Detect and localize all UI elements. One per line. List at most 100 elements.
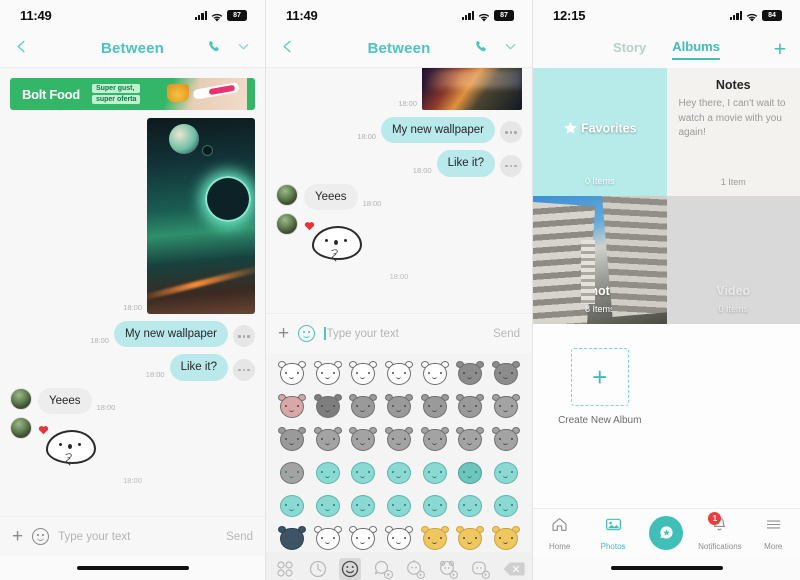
avatar[interactable] bbox=[10, 416, 32, 439]
message-bubble[interactable]: Like it? bbox=[169, 354, 228, 381]
sticker-item[interactable] bbox=[492, 361, 521, 387]
album-tile-photo[interactable]: Photo 8 Items bbox=[533, 196, 667, 324]
tab-more[interactable]: More bbox=[748, 515, 798, 551]
create-new-album-button[interactable]: + Create New Album bbox=[533, 324, 667, 450]
message-input[interactable]: Type your text bbox=[324, 327, 484, 340]
plus-icon[interactable]: + bbox=[570, 348, 629, 406]
cat-sticker-icon[interactable] bbox=[469, 558, 491, 580]
sticker-item[interactable] bbox=[456, 526, 485, 552]
sticker-item[interactable] bbox=[492, 460, 520, 486]
sticker-item[interactable] bbox=[314, 460, 342, 486]
plus-icon[interactable]: + bbox=[12, 527, 23, 546]
message-row-text[interactable]: 18:00 Like it? bbox=[276, 150, 522, 177]
kissing-blob-sticker[interactable]: っく bbox=[304, 218, 366, 264]
backspace-icon[interactable] bbox=[502, 558, 525, 580]
sticker-item[interactable] bbox=[492, 427, 521, 453]
sticker-item[interactable] bbox=[384, 526, 413, 552]
sticker-item[interactable] bbox=[421, 460, 449, 486]
sticker-item[interactable] bbox=[313, 427, 342, 453]
sticker-item[interactable] bbox=[349, 493, 377, 519]
tab-between-home[interactable] bbox=[641, 515, 691, 550]
sticker-item[interactable] bbox=[384, 361, 413, 387]
back-chevron-icon[interactable] bbox=[14, 39, 30, 59]
tab-home[interactable]: Home bbox=[535, 515, 585, 551]
sticker-item[interactable] bbox=[349, 394, 378, 420]
animal-sticker-icon[interactable] bbox=[404, 558, 426, 580]
sticker-item[interactable] bbox=[420, 526, 449, 552]
message-input-bar[interactable]: + Type your text Send bbox=[266, 313, 532, 353]
sticker-item[interactable] bbox=[492, 394, 521, 420]
message-bubble[interactable]: Yeees bbox=[304, 183, 358, 211]
sticker-item[interactable] bbox=[421, 493, 449, 519]
add-album-button[interactable]: + bbox=[774, 39, 786, 60]
sticker-item[interactable] bbox=[456, 394, 485, 420]
kissing-blob-sticker[interactable]: っく bbox=[38, 422, 100, 468]
message-row-text[interactable]: 18:00 My new wallpaper bbox=[10, 321, 255, 348]
message-input[interactable]: Type your text bbox=[58, 531, 217, 543]
chevron-down-icon[interactable] bbox=[236, 39, 251, 59]
sticker-item[interactable] bbox=[456, 493, 484, 519]
between-logo-icon[interactable] bbox=[649, 515, 684, 550]
keypad-icon[interactable] bbox=[274, 558, 296, 580]
plus-icon[interactable]: + bbox=[278, 324, 289, 343]
avatar[interactable] bbox=[276, 183, 298, 206]
back-chevron-icon[interactable] bbox=[280, 39, 296, 59]
sticker-item[interactable] bbox=[420, 427, 449, 453]
sticker-item[interactable] bbox=[420, 361, 449, 387]
sticker-item[interactable] bbox=[385, 460, 413, 486]
message-bubble[interactable]: My new wallpaper bbox=[113, 321, 228, 348]
sticker-item[interactable] bbox=[349, 526, 378, 552]
album-tile-video[interactable]: Video 0 Items bbox=[666, 196, 800, 324]
sticker-item[interactable] bbox=[349, 361, 378, 387]
message-bubble[interactable]: My new wallpaper bbox=[380, 117, 495, 144]
album-tile-notes[interactable]: Notes Hey there, I can't wait to watch a… bbox=[666, 68, 800, 196]
sticker-item[interactable] bbox=[314, 493, 342, 519]
recent-clock-icon[interactable] bbox=[307, 558, 329, 580]
sticker-item[interactable] bbox=[313, 361, 342, 387]
sticker-item[interactable] bbox=[420, 394, 449, 420]
albums-grid[interactable]: Favorites 0 Items Notes Hey there, I can… bbox=[533, 68, 800, 324]
chat-message-list[interactable]: 18:00 18:00 My new wallpaper 18:00 Like … bbox=[266, 68, 532, 313]
album-tile-favorites[interactable]: Favorites 0 Items bbox=[533, 68, 667, 196]
sticker-item[interactable] bbox=[277, 361, 306, 387]
message-options-icon[interactable] bbox=[233, 358, 255, 381]
chevron-down-icon[interactable] bbox=[503, 39, 518, 59]
sticker-item[interactable] bbox=[349, 427, 378, 453]
sticker-item[interactable] bbox=[492, 526, 521, 552]
sticker-keyboard-toolbar[interactable] bbox=[266, 552, 532, 580]
abstract-photo[interactable] bbox=[422, 68, 522, 110]
sticker-item[interactable] bbox=[456, 361, 485, 387]
tab-albums[interactable]: Albums bbox=[672, 39, 720, 60]
sticker-item[interactable] bbox=[349, 460, 377, 486]
sticker-item[interactable] bbox=[278, 493, 306, 519]
phone-call-icon[interactable] bbox=[207, 39, 222, 59]
avatar[interactable] bbox=[276, 212, 298, 235]
avatar[interactable] bbox=[10, 387, 32, 410]
tab-photos[interactable]: Photos bbox=[588, 515, 638, 551]
message-options-icon[interactable] bbox=[500, 121, 522, 144]
emoji-smiley-icon[interactable] bbox=[298, 325, 316, 342]
message-row-image[interactable]: 18:00 bbox=[10, 118, 255, 314]
send-button[interactable]: Send bbox=[226, 531, 253, 543]
sticker-item[interactable] bbox=[313, 526, 342, 552]
message-row-image[interactable]: 18:00 bbox=[276, 68, 522, 110]
message-row-incoming[interactable]: Yeees 18:00 っく bbox=[276, 183, 522, 264]
phone-call-icon[interactable] bbox=[474, 39, 489, 59]
message-row-text[interactable]: 18:00 Like it? bbox=[10, 354, 255, 381]
ad-banner-bolt-food[interactable]: Bolt Food Super gust, super oferta bbox=[10, 78, 255, 110]
sticker-item[interactable] bbox=[277, 394, 306, 420]
sticker-keyboard-panel[interactable] bbox=[266, 353, 532, 552]
message-row-text[interactable]: 18:00 My new wallpaper bbox=[276, 117, 522, 144]
sticker-item[interactable] bbox=[277, 526, 306, 552]
sticker-item[interactable] bbox=[384, 394, 413, 420]
message-row-incoming[interactable]: Yeees 18:00 っく bbox=[10, 387, 255, 468]
message-options-icon[interactable] bbox=[233, 325, 255, 348]
sticker-item[interactable] bbox=[277, 427, 306, 453]
sticker-item[interactable] bbox=[313, 394, 342, 420]
sticker-grid[interactable] bbox=[274, 361, 524, 552]
sticker-item[interactable] bbox=[492, 493, 520, 519]
bottom-tab-bar[interactable]: Home Photos 1 Notifications More bbox=[533, 508, 800, 556]
send-button[interactable]: Send bbox=[493, 328, 520, 340]
chat-sticker-icon[interactable] bbox=[372, 558, 394, 580]
tab-story[interactable]: Story bbox=[613, 40, 646, 59]
